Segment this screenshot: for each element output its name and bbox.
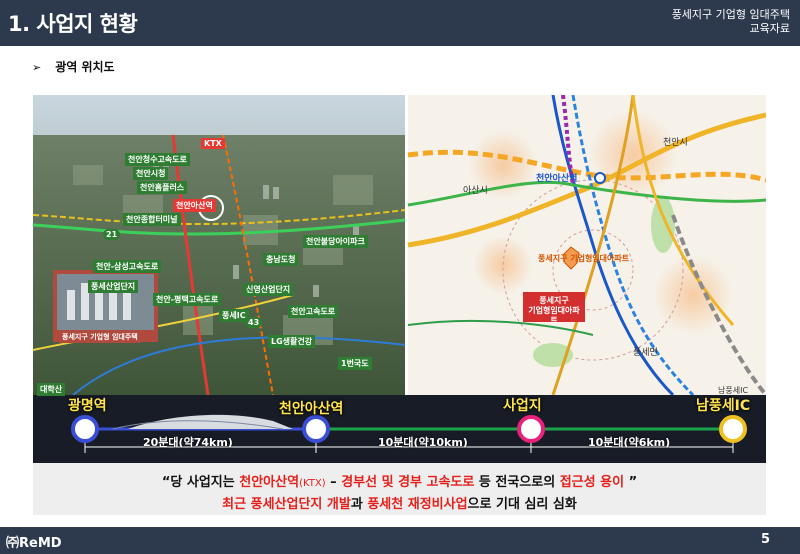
section-label: 광역 위치도 bbox=[55, 60, 115, 74]
summary-line-1: “당 사업지는 천안아산역(KTX) – 경부선 및 경부 고속도로 등 전국으… bbox=[33, 463, 766, 490]
aerial-tag: 신영산업단지 bbox=[243, 283, 294, 296]
route-duration-label: 10분대(약10km) bbox=[378, 436, 468, 449]
header-bar: 1. 사업지 현황 풍세지구 기업형 임대주택 교육자료 bbox=[0, 0, 800, 46]
quote-text: – bbox=[325, 475, 342, 490]
aerial-tag: 풍세지구 기업형 임대주택 bbox=[59, 331, 141, 343]
aerial-tag: 풍세IC bbox=[219, 309, 249, 322]
aerial-tag: 43 bbox=[245, 317, 263, 328]
location-figure-svg bbox=[33, 95, 766, 463]
header-subtitle: 풍세지구 기업형 임대주택 bbox=[671, 8, 790, 21]
route-stop-marker bbox=[719, 415, 747, 443]
summary-quote: “당 사업지는 천안아산역(KTX) – 경부선 및 경부 고속도로 등 전국으… bbox=[33, 463, 766, 515]
summary-line-2: 최근 풍세산업단지 개발과 풍세천 재정비사업으로 기대 심리 심화 bbox=[33, 490, 766, 512]
aerial-tag: 천안아산역 bbox=[173, 199, 216, 212]
route-band bbox=[33, 395, 766, 463]
road-map bbox=[407, 95, 766, 397]
quote-text: 으로 기대 심리 심화 bbox=[467, 497, 577, 512]
quote-highlight: 풍세천 재정비사업 bbox=[367, 497, 468, 512]
aerial-place-label: 대학산 bbox=[37, 383, 66, 396]
route-stop-label: 광명역 bbox=[68, 398, 107, 414]
quote-text: 등 전국으로의 bbox=[474, 475, 560, 490]
map-label: 풍세지구 기업형임대아파트 bbox=[538, 254, 630, 263]
route-stop-label: 남풍세IC bbox=[696, 398, 751, 414]
aerial-tag: 천안홈플러스 bbox=[137, 181, 188, 194]
aerial-tag: 풍세산업단지 bbox=[88, 280, 139, 293]
page-title: 1. 사업지 현황 bbox=[8, 12, 138, 36]
aerial-tag: 천안청수고속도로 bbox=[125, 153, 190, 166]
route-stop-label: 사업지 bbox=[503, 398, 542, 414]
map-label: 아산시 bbox=[463, 186, 488, 196]
route-stop-marker bbox=[517, 415, 545, 443]
map-callout: 풍세지구 기업형임대아파트 bbox=[528, 296, 580, 325]
route-stop-label: 천안아산역 bbox=[279, 401, 344, 417]
quote-highlight: 접근성 용이 bbox=[559, 475, 625, 490]
aerial-tag: KTX bbox=[201, 138, 225, 149]
header-doc-type: 교육자료 bbox=[749, 22, 790, 35]
route-duration-label: 20분대(약74km) bbox=[143, 436, 233, 449]
header-right-text: 풍세지구 기업형 임대주택 교육자료 bbox=[672, 8, 790, 36]
section-heading: ➢ 광역 위치도 bbox=[32, 58, 115, 75]
quote-highlight: 경부선 및 경부 고속도로 bbox=[341, 475, 475, 490]
aerial-tag: 천안-삼성고속도로 bbox=[93, 260, 162, 273]
map-label: 풍세면 bbox=[633, 348, 658, 358]
aerial-tag: 천안시청 bbox=[133, 167, 169, 180]
route-duration-label: 10분대(약6km) bbox=[588, 436, 671, 449]
aerial-tag: 천안-평택고속도로 bbox=[153, 293, 222, 306]
quote-highlight: 최근 풍세산업단지 개발 bbox=[222, 497, 351, 512]
footer-bar: ㈜ReMD 5 bbox=[0, 527, 800, 554]
company-logo: ㈜ReMD bbox=[6, 536, 62, 551]
aerial-tag: 천안고속도로 bbox=[288, 305, 339, 318]
aerial-place-label: 1번국도 bbox=[338, 357, 372, 370]
aerial-tag: LG생활건강 bbox=[268, 335, 316, 348]
aerial-tag: 21 bbox=[103, 229, 121, 240]
route-stop-marker bbox=[71, 415, 99, 443]
page-number: 5 bbox=[760, 532, 770, 547]
map-label: 천안아산역 bbox=[536, 174, 578, 184]
quote-highlight: (KTX) bbox=[299, 478, 326, 489]
arrow-bullet-icon: ➢ bbox=[32, 61, 42, 74]
quote-text: ” bbox=[624, 475, 638, 490]
quote-text: “당 사업지는 bbox=[161, 475, 240, 490]
quote-highlight: 천안아산역 bbox=[239, 475, 300, 490]
aerial-tag: 천안불당아이파크 bbox=[303, 235, 368, 248]
aerial-tag: 충남도청 bbox=[263, 253, 299, 266]
quote-text: 과 bbox=[350, 497, 368, 512]
location-figure: KTX 천안청수고속도로 천안시청 천안홈플러스 천안아산역 천안종합터미널 2… bbox=[33, 95, 766, 463]
map-label: 천안시 bbox=[663, 138, 688, 148]
route-stop-marker bbox=[302, 415, 330, 443]
aerial-tag: 천안종합터미널 bbox=[123, 213, 181, 226]
